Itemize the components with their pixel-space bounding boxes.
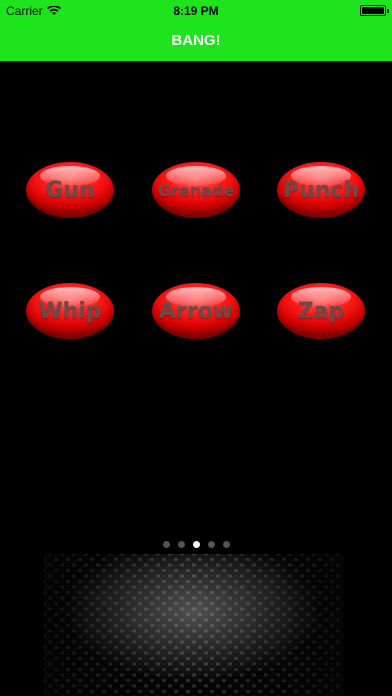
page-dot-4[interactable] (207, 541, 215, 548)
page-dot-5[interactable] (222, 541, 230, 548)
grenade-button[interactable]: Grenade (152, 162, 240, 218)
zap-button[interactable]: Zap (277, 283, 365, 339)
nav-bar: Carrier 8:19 PM BANG! (0, 0, 392, 61)
status-bar: Carrier 8:19 PM (0, 0, 392, 22)
status-time: 8:19 PM (173, 4, 219, 18)
arrow-label: Arrow (158, 298, 234, 324)
page-dot-2[interactable] (177, 541, 185, 548)
whip-button[interactable]: Whip (26, 283, 114, 339)
gun-label: Gun (45, 177, 95, 203)
grenade-label: Grenade (157, 180, 235, 200)
page-dot-1[interactable] (162, 541, 170, 548)
speaker-grille-image (44, 554, 343, 696)
arrow-button[interactable]: Arrow (152, 283, 240, 339)
zap-label: Zap (297, 298, 345, 324)
whip-label: Whip (38, 298, 102, 324)
page-dot-3[interactable] (192, 541, 200, 548)
page-title: BANG! (171, 32, 221, 49)
battery-icon (360, 5, 389, 16)
punch-button[interactable]: Punch (277, 162, 365, 218)
page-indicator[interactable] (0, 541, 392, 548)
punch-label: Punch (282, 177, 360, 203)
gun-button[interactable]: Gun (26, 162, 114, 218)
